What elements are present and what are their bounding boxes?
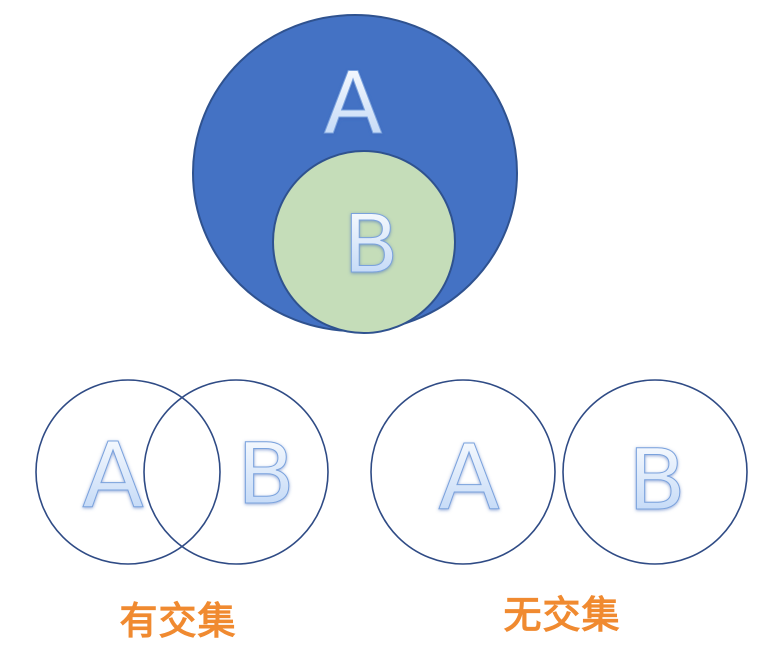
set-b-disjoint-label: B (628, 431, 686, 529)
disjoint-caption: 无交集 (503, 593, 620, 637)
set-b-inner-label: B (344, 198, 399, 291)
set-a-disjoint-label: A (438, 426, 500, 531)
disjoint-diagram: A B 无交集 (370, 379, 748, 637)
subset-diagram: A B (192, 14, 518, 334)
set-relations-diagram: A B A B 有交集 A B 无交集 (35, 14, 748, 643)
intersecting-diagram: A B 有交集 (35, 379, 329, 643)
set-b-right-label: B (237, 425, 295, 523)
set-b-right-circle (143, 379, 329, 565)
set-a-left-label: A (82, 424, 144, 529)
set-a-outer-label: A (324, 54, 383, 154)
intersecting-caption: 有交集 (119, 599, 236, 643)
